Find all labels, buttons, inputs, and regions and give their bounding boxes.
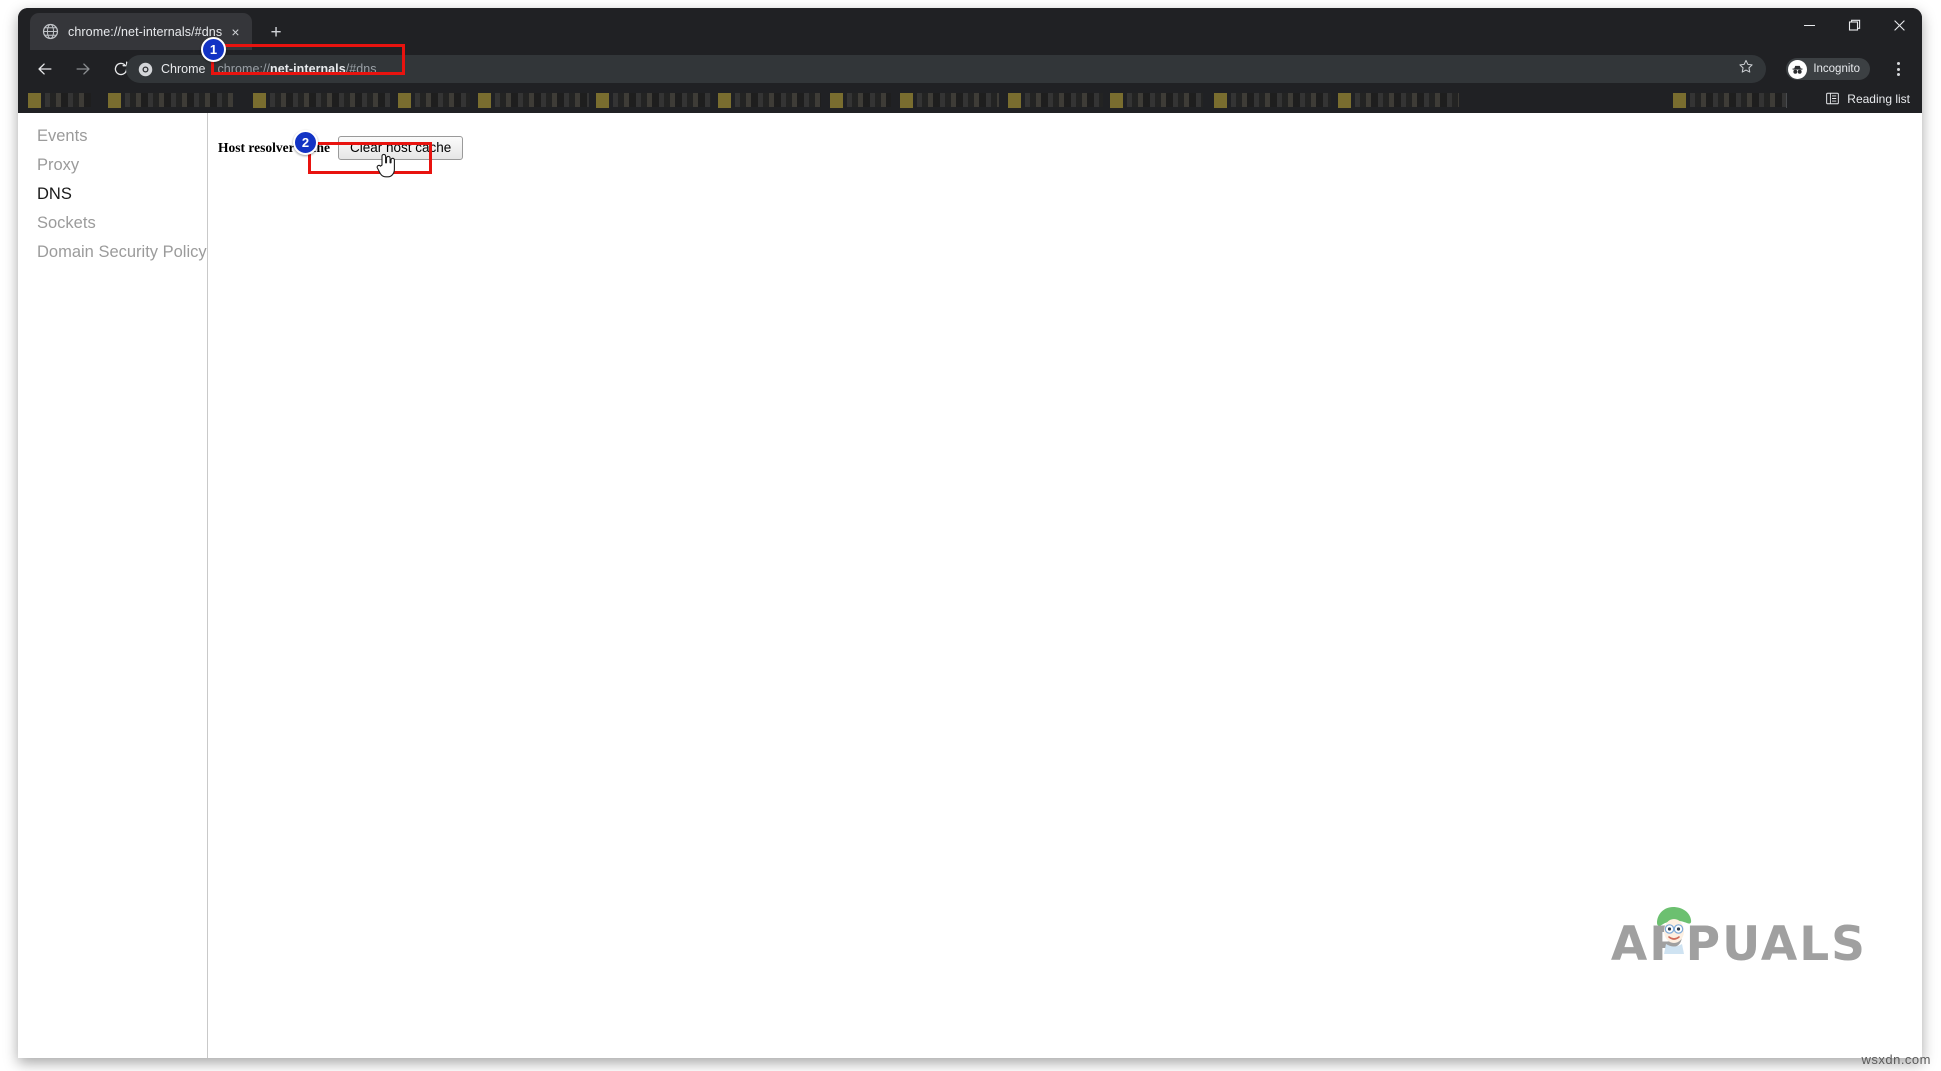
sidebar-item-proxy[interactable]: Proxy: [18, 151, 207, 180]
appuals-watermark: APPUALS: [1611, 907, 1867, 972]
bookmark-label-redacted: [735, 93, 821, 107]
bookmarks-bar: Reading list: [18, 87, 1922, 113]
step-badge-1: 1: [201, 37, 226, 62]
bookmark-label-redacted: [1025, 93, 1103, 107]
bookmark-label-redacted: [917, 93, 999, 107]
bookmark-favicon-icon: [1214, 92, 1227, 108]
bookmark-favicon-icon: [478, 92, 491, 108]
tab-strip: chrome://net-internals/#dns × +: [18, 8, 1922, 50]
browser-toolbar: Chrome chrome://net-internals/#dns Incog…: [18, 50, 1922, 87]
bookmark-item[interactable]: [398, 91, 470, 109]
bookmark-item[interactable]: [1214, 91, 1331, 109]
maximize-icon[interactable]: [1832, 8, 1877, 42]
bookmark-label-redacted: [415, 93, 470, 107]
bookmark-item[interactable]: [596, 91, 711, 109]
forward-arrow-icon[interactable]: [68, 54, 98, 84]
window-controls: [1787, 8, 1922, 42]
omnibox-chip-label: Chrome: [161, 62, 206, 76]
bookmark-favicon-icon: [108, 92, 121, 108]
back-arrow-icon[interactable]: [30, 54, 60, 84]
bookmark-label-redacted: [613, 93, 711, 107]
bookmark-favicon-icon: [1008, 92, 1021, 108]
step-badge-2: 2: [293, 130, 318, 155]
minimize-icon[interactable]: [1787, 8, 1832, 42]
bookmark-label-redacted: [1355, 93, 1459, 107]
bookmark-item[interactable]: [900, 91, 999, 109]
incognito-indicator[interactable]: Incognito: [1786, 58, 1870, 80]
globe-icon: [42, 23, 59, 40]
reading-list-label: Reading list: [1847, 91, 1910, 106]
reading-list-button[interactable]: Reading list: [1825, 91, 1910, 106]
net-internals-sidebar: Events Proxy DNS Sockets Domain Security…: [18, 113, 208, 1058]
bookmark-item[interactable]: [1673, 91, 1786, 109]
omnibox-url-host: net-internals: [270, 62, 346, 76]
bookmark-label-redacted: [847, 93, 891, 107]
bookmark-label-redacted: [270, 93, 390, 107]
bookmark-star-icon[interactable]: [1738, 59, 1754, 80]
bookmark-item[interactable]: [1338, 91, 1459, 109]
bookmark-item[interactable]: [830, 91, 891, 109]
host-resolver-cache-row: Host resolver cache Clear host cache: [208, 135, 1922, 161]
bookmark-favicon-icon: [398, 92, 411, 108]
sidebar-item-domain-security-policy[interactable]: Domain Security Policy: [18, 238, 207, 267]
three-dot-menu-icon[interactable]: [1888, 59, 1908, 79]
clear-host-cache-button[interactable]: Clear host cache: [337, 136, 464, 160]
omnibox-url-suffix: /#dns: [345, 62, 377, 76]
bookmark-favicon-icon: [900, 92, 913, 108]
bookmarks-divider: [1786, 93, 1787, 108]
bookmark-item[interactable]: [108, 91, 233, 109]
sidebar-item-sockets[interactable]: Sockets: [18, 209, 207, 238]
omnibox-url-prefix: chrome://: [217, 62, 271, 76]
bookmark-item[interactable]: [253, 91, 390, 109]
bookmark-favicon-icon: [596, 92, 609, 108]
bookmark-label-redacted: [1231, 93, 1331, 107]
bookmark-favicon-icon: [1673, 92, 1686, 108]
close-icon[interactable]: ×: [227, 23, 244, 40]
screenshot-root: chrome://net-internals/#dns × + Chrome c…: [0, 0, 1941, 1071]
bookmark-label-redacted: [1127, 93, 1203, 107]
bookmark-favicon-icon: [1338, 92, 1351, 108]
bookmark-item[interactable]: [1008, 91, 1103, 109]
bookmark-item[interactable]: [478, 91, 589, 109]
omnibox-url: chrome://net-internals/#dns: [217, 62, 376, 76]
bookmark-favicon-icon: [28, 92, 41, 108]
bookmark-item[interactable]: [1110, 91, 1203, 109]
tab-title: chrome://net-internals/#dns: [68, 24, 223, 39]
bookmark-label-redacted: [125, 93, 233, 107]
sidebar-item-dns[interactable]: DNS: [18, 180, 207, 209]
reading-list-icon: [1825, 91, 1840, 106]
address-bar[interactable]: Chrome chrome://net-internals/#dns: [126, 55, 1766, 83]
bookmark-favicon-icon: [830, 92, 843, 108]
bookmark-favicon-icon: [253, 92, 266, 108]
bookmark-label-redacted: [1690, 93, 1786, 107]
new-tab-button[interactable]: +: [263, 19, 289, 45]
close-icon[interactable]: [1877, 8, 1922, 42]
bookmark-item[interactable]: [28, 91, 91, 109]
site-credit: wsxdn.com: [1861, 1052, 1931, 1067]
bookmark-label-redacted: [495, 93, 589, 107]
bookmark-label-redacted: [45, 93, 91, 107]
chrome-browser-window: chrome://net-internals/#dns × + Chrome c…: [18, 8, 1922, 1058]
sidebar-item-events[interactable]: Events: [18, 122, 207, 151]
mascot-head-icon: [1649, 901, 1699, 957]
bookmark-favicon-icon: [1110, 92, 1123, 108]
incognito-icon: [1788, 59, 1808, 79]
bookmark-favicon-icon: [718, 92, 731, 108]
incognito-label: Incognito: [1813, 63, 1860, 75]
chrome-logo-icon: [138, 62, 153, 77]
bookmark-item[interactable]: [718, 91, 821, 109]
